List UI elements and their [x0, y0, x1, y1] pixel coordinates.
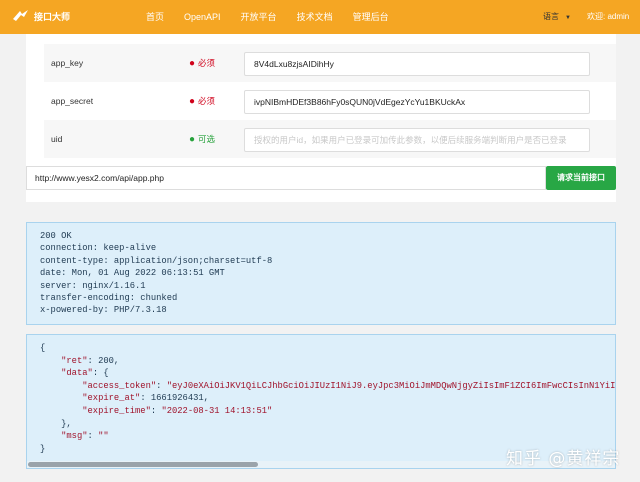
logo-text: 接口大师 — [34, 11, 71, 22]
header-line: content-type: application/json;charset=u… — [40, 255, 273, 266]
json-key-expire-time: "expire_time" — [82, 405, 151, 416]
json-line: "data": { — [40, 367, 615, 380]
json-brace: } — [40, 443, 46, 454]
json-key-data: "data" — [61, 368, 93, 379]
param-required-badge: ● 必须 — [189, 82, 215, 121]
json-line: "ret": 200, — [61, 355, 120, 366]
optional-dot-icon: ● — [189, 134, 196, 145]
json-value-ret: 200, — [98, 355, 120, 366]
required-dot-icon: ● — [189, 96, 196, 107]
nav-open-platform[interactable]: 开放平台 — [231, 0, 287, 34]
send-request-button[interactable]: 请求当前接口 — [546, 166, 616, 190]
json-key-access-token: "access_token" — [82, 380, 157, 391]
header-line: server: nginx/1.16.1 — [40, 280, 146, 291]
json-key-msg: "msg" — [61, 431, 88, 442]
param-row-app-key: app_key ● 必须 8V4dLxu8zjsAIDihHy — [44, 44, 616, 82]
nav-admin[interactable]: 管理后台 — [343, 0, 399, 34]
param-name: app_key — [51, 58, 84, 68]
api-params-card: app_key ● 必须 8V4dLxu8zjsAIDihHy app_secre… — [26, 34, 616, 202]
nav-home[interactable]: 首页 — [136, 0, 174, 34]
param-row-app-secret: app_secret ● 必须 ivpNIBmHDEf3B86hFy0sQUN0j… — [44, 82, 616, 120]
watermark-text: 知乎 @黄祥宗 — [506, 449, 621, 469]
json-key-expire-at: "expire_at" — [82, 393, 141, 404]
json-brace: { — [40, 343, 46, 353]
header-line: transfer-encoding: chunked — [40, 293, 178, 304]
json-line: "access_token": "eyJ0eXAiOiJKV1QiLCJhbGc… — [40, 380, 615, 393]
user-greeting[interactable]: 欢迎: admin — [587, 0, 629, 34]
json-line: "msg": "" — [61, 431, 109, 442]
site-logo[interactable]: 接口大师 — [12, 9, 70, 23]
scrollbar-thumb[interactable] — [28, 462, 258, 467]
caret-down-icon: ▼ — [565, 15, 571, 21]
json-value-expire-time: "2022-08-31 14:13:51" — [161, 405, 273, 416]
status-line: 200 OK — [40, 231, 72, 241]
json-line: "expire_time": "2022-08-31 14:13:51" — [82, 405, 273, 416]
json-line: "expire_at": 1661926431, — [82, 393, 209, 404]
required-dot-icon: ● — [189, 58, 196, 69]
main-nav: 首页 OpenAPI 开放平台 技术文档 管理后台 — [136, 0, 399, 34]
json-value-access-token: "eyJ0eXAiOiJKV1QiLCJhbGciOiJIUzI1NiJ9.ey… — [166, 380, 616, 391]
logo-icon — [13, 10, 28, 21]
language-label: 语言 — [543, 12, 559, 21]
param-required-label: 必须 — [198, 96, 216, 106]
top-navbar: 接口大师 首页 OpenAPI 开放平台 技术文档 管理后台 语言 ▼ 欢迎: a… — [0, 0, 640, 34]
header-line: x-powered-by: PHP/7.3.18 — [40, 305, 167, 316]
json-line: }, — [40, 418, 615, 431]
param-name: uid — [51, 134, 63, 144]
param-optional-badge: ● 可选 — [189, 120, 215, 159]
json-brace: : { — [92, 368, 109, 379]
json-value-expire-at: 1661926431, — [150, 393, 209, 404]
header-line: connection: keep-alive — [40, 243, 157, 254]
param-name: app_secret — [51, 96, 94, 106]
header-line: date: Mon, 01 Aug 2022 06:13:51 GMT — [40, 268, 225, 279]
request-url-input[interactable]: http://www.yesx2.com/api/app.php — [26, 166, 546, 190]
nav-openapi[interactable]: OpenAPI — [174, 0, 231, 34]
param-required-badge: ● 必须 — [189, 44, 215, 83]
param-required-label: 必须 — [198, 58, 216, 68]
response-headers-panel: 200 OK connection: keep-alive content-ty… — [26, 222, 616, 325]
app-secret-input[interactable]: ivpNIBmHDEf3B86hFy0sQUN0jVdEgezYcYu1BKUc… — [244, 90, 590, 114]
nav-docs[interactable]: 技术文档 — [287, 0, 343, 34]
app-key-input[interactable]: 8V4dLxu8zjsAIDihHy — [244, 52, 590, 76]
uid-input[interactable]: 授权的用户id，如果用户已登录可加传此参数，以便后续服务端判断用户是否已登录 — [244, 128, 590, 152]
param-row-uid: uid ● 可选 授权的用户id，如果用户已登录可加传此参数，以便后续服务端判断用… — [44, 120, 616, 158]
language-dropdown[interactable]: 语言 ▼ — [543, 0, 571, 35]
json-value-msg: "" — [98, 431, 109, 442]
json-line: { — [40, 342, 615, 355]
json-key-ret: "ret" — [61, 355, 88, 366]
param-optional-label: 可选 — [198, 134, 216, 144]
json-brace: }, — [61, 418, 72, 429]
